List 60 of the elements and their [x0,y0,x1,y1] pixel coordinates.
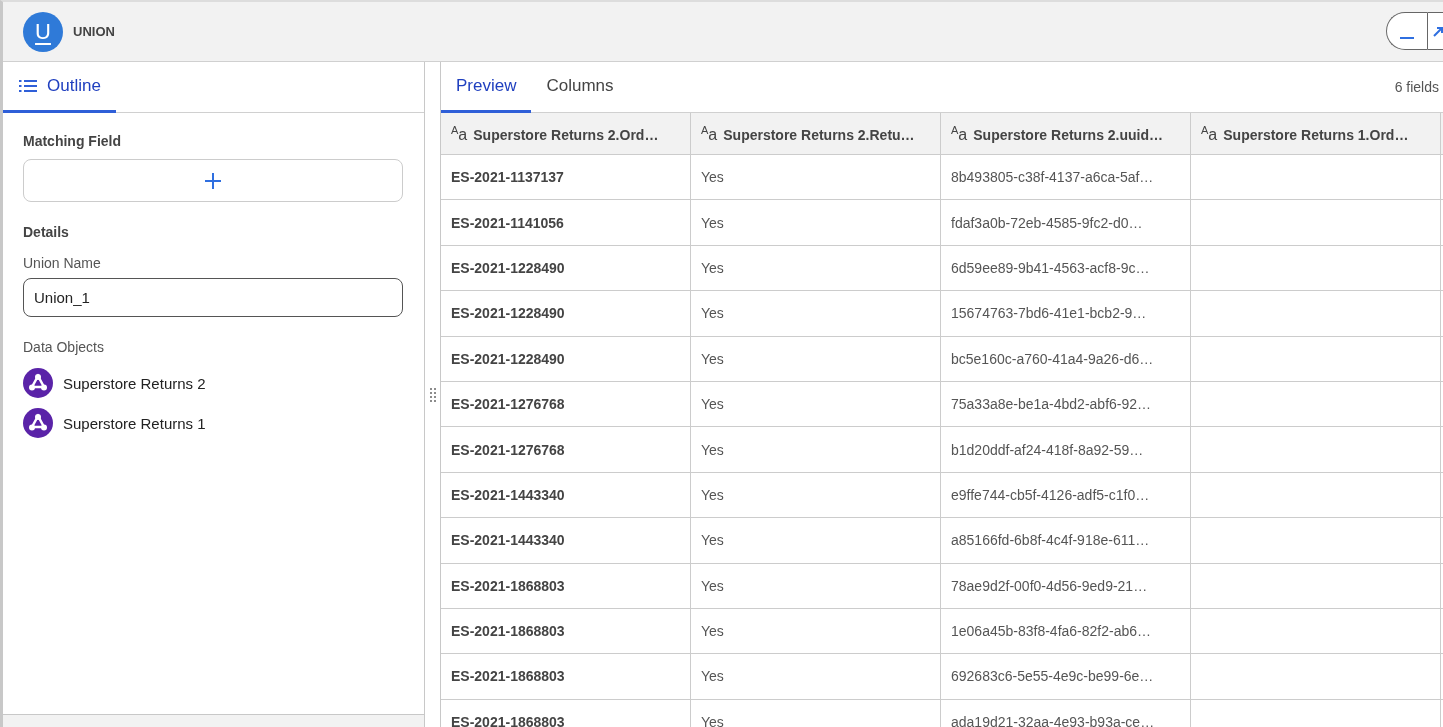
view-tab[interactable]: Columns [531,62,629,113]
node-title: UNION [73,24,115,39]
table-cell: Yes [690,290,941,337]
table-cell: fdaf3a0b-72eb-4585-9fc2-d0… [940,199,1191,246]
table-cell: ES-2021-1276768 [441,381,691,427]
table-cell: 75a33a8e-be1a-4bd2-abf6-92… [940,381,1191,427]
data-object-name[interactable]: Superstore Returns 2 [63,374,206,392]
table-cell: 6d59ee89-9b41-4563-acf8-9c… [940,245,1191,291]
table-cell: ES-2021-1228490 [441,245,691,291]
column-title: Superstore Returns 2.Ord… [473,126,659,143]
union-logo: U [23,11,63,52]
column-header[interactable]: $^{A}$a Superstore Returns 2.Retu… [690,113,941,155]
table-cell: ES-2021-1228490 [441,336,691,382]
field-label: Union Name [23,255,102,271]
table-cell: e9ffe744-cb5f-4126-adf5-c1f0… [940,472,1191,518]
table-cell: Yes [690,199,941,246]
table-cell: ES-2021-1141056 [441,199,691,246]
table-cell: 1e06a45b-83f8-4fa6-82f2-ab6… [940,608,1191,654]
table-cell: 15674763-7bd6-41e1-bcb2-9… [940,290,1191,337]
table-cell: ES-2021-1443340 [441,472,691,518]
table-cell: Yes [690,154,941,200]
column-header[interactable]: $^{A}$a Superstore Returns 2.Ord… [441,113,691,155]
table-cell: a85166fd-6b8f-4c4f-918e-611… [940,517,1191,563]
text-type-icon: $^{A}$a [1201,125,1218,143]
data-object-name[interactable]: Superstore Returns 1 [63,414,206,432]
table-cell: ES-2021-1868803 [441,653,691,700]
field-label: Data Objects [23,339,105,355]
table-cell: Yes [690,653,941,700]
union-name-field[interactable]: Union_1 [23,278,403,317]
table-cell: Yes [690,472,941,518]
table-cell: bc5e160c-a760-41a4-9a26-d6… [940,336,1191,382]
table-cell: 78ae9d2f-00f0-4d56-9ed9-21… [940,563,1191,609]
table-cell: Yes [690,563,941,609]
table-cell: Yes [690,336,941,382]
table-cell: ES-2021-1137137 [441,154,691,200]
table-cell: ES-2021-1443340 [441,517,691,563]
text-type-icon: $^{A}$a [451,125,468,143]
text-type-icon: $^{A}$a [951,125,968,143]
table-cell: Yes [690,426,941,473]
table-cell: 692683c6-5e55-4e9c-be99-6e… [940,653,1191,700]
column-title: Superstore Returns 1.Ord… [1223,126,1409,143]
column-title: Superstore Returns 2.Retu… [723,126,915,143]
column-header[interactable]: $^{A}$a Superstore Returns 1.Ord… [1190,113,1441,155]
table-cell: ES-2021-1868803 [441,563,691,609]
table-cell: 8b493805-c38f-4137-a6ca-5af… [940,154,1191,200]
table-cell: ES-2021-1868803 [441,608,691,654]
table-cell: Yes [690,608,941,654]
table-cell: Yes [690,517,941,563]
column-header[interactable]: $^{A}$a Superstore Returns 2.uuid… [940,113,1191,155]
field-count: 6 fields [1394,79,1439,95]
table-cell: Yes [690,381,941,427]
table-cell: ES-2021-1276768 [441,426,691,473]
table-cell: Yes [690,245,941,291]
section-heading: Matching Field [23,133,122,149]
outline-tab[interactable]: Outline [3,62,116,113]
table-cell: ES-2021-1228490 [441,290,691,337]
table-cell: b1d20ddf-af24-418f-8a92-59… [940,426,1191,473]
section-heading: Details [23,224,70,240]
text-type-icon: $^{A}$a [701,125,718,143]
column-title: Superstore Returns 2.uuid… [973,126,1164,143]
